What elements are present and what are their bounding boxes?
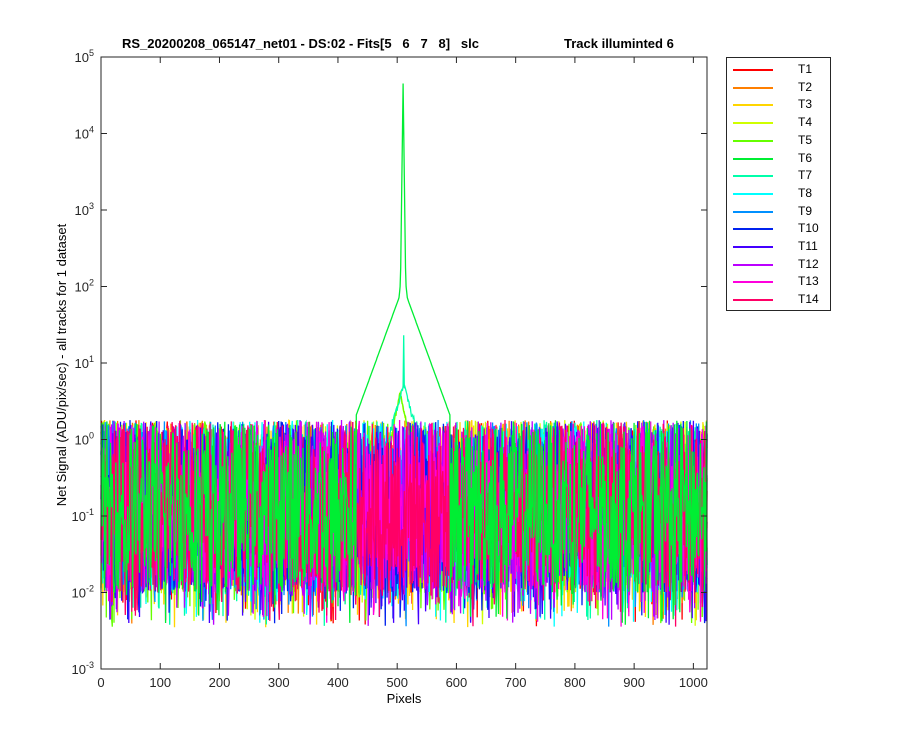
y-tick-label: 104 xyxy=(75,125,94,142)
legend-item-t10: T10 xyxy=(727,220,830,238)
legend-swatch xyxy=(733,139,773,142)
legend-swatch xyxy=(733,122,773,125)
figure: RS_20200208_065147_net01 - DS:02 - Fits[… xyxy=(0,0,900,750)
legend-item-t3: T3 xyxy=(727,96,830,114)
legend-swatch xyxy=(733,210,773,213)
y-axis-label: Net Signal (ADU/pix/sec) - all tracks fo… xyxy=(54,223,69,507)
legend-item-t6: T6 xyxy=(727,150,830,168)
legend-swatch xyxy=(733,281,773,284)
x-tick-label: 800 xyxy=(564,675,586,690)
x-tick-label: 900 xyxy=(623,675,645,690)
x-tick-label: 0 xyxy=(97,675,104,690)
legend-label: T14 xyxy=(798,292,819,307)
x-tick-label: 200 xyxy=(209,675,231,690)
y-tick-label: 10-1 xyxy=(72,507,94,524)
legend-label: T6 xyxy=(798,150,813,165)
legend: T1 T2 T3 T4 T5 T6 T7 T8 T9 T10 T11 T12 T13 T14 xyxy=(726,57,831,311)
y-tick-label: 10-3 xyxy=(72,660,94,677)
y-tick-label: 100 xyxy=(75,431,94,448)
legend-item-t5: T5 xyxy=(727,132,830,150)
legend-swatch xyxy=(733,228,773,231)
x-axis-label: Pixels xyxy=(386,691,422,706)
legend-label: T4 xyxy=(798,115,813,130)
y-tick-label: 103 xyxy=(75,201,94,218)
legend-swatch xyxy=(733,157,773,160)
legend-swatch xyxy=(733,86,773,89)
x-tick-label: 300 xyxy=(268,675,290,690)
legend-item-t14: T14 xyxy=(727,291,830,309)
y-tick-label: 10-2 xyxy=(72,584,94,601)
legend-item-t13: T13 xyxy=(727,273,830,291)
x-tick-label: 1000 xyxy=(679,675,708,690)
legend-item-t7: T7 xyxy=(727,167,830,185)
legend-label: T7 xyxy=(798,168,813,183)
legend-item-t12: T12 xyxy=(727,256,830,274)
y-tick-label: 102 xyxy=(75,278,94,295)
y-tick-label: 101 xyxy=(75,354,94,371)
x-tick-label: 600 xyxy=(446,675,468,690)
y-tick-label: 105 xyxy=(75,48,94,65)
legend-label: T3 xyxy=(798,97,813,112)
legend-item-t2: T2 xyxy=(727,79,830,97)
legend-item-t4: T4 xyxy=(727,114,830,132)
legend-swatch xyxy=(733,175,773,178)
legend-label: T11 xyxy=(798,239,818,253)
legend-item-t8: T8 xyxy=(727,185,830,203)
legend-label: T12 xyxy=(798,256,819,271)
legend-label: T8 xyxy=(798,185,813,200)
x-tick-label: 500 xyxy=(386,675,408,690)
legend-label: T10 xyxy=(798,221,819,236)
legend-swatch xyxy=(733,263,773,266)
x-tick-label: 100 xyxy=(149,675,171,690)
legend-label: T2 xyxy=(798,79,813,94)
x-tick-label: 400 xyxy=(327,675,349,690)
legend-label: T9 xyxy=(798,203,813,218)
legend-swatch xyxy=(733,299,773,302)
legend-item-t11: T11 xyxy=(727,238,830,256)
legend-label: T5 xyxy=(798,132,813,147)
legend-item-t9: T9 xyxy=(727,203,830,221)
legend-swatch xyxy=(733,192,773,195)
legend-swatch xyxy=(733,246,773,248)
legend-swatch xyxy=(733,104,773,107)
legend-swatch xyxy=(733,69,773,71)
legend-label: T13 xyxy=(798,274,819,289)
x-tick-label: 700 xyxy=(505,675,527,690)
legend-label: T1 xyxy=(798,62,813,76)
legend-item-t1: T1 xyxy=(727,61,830,79)
